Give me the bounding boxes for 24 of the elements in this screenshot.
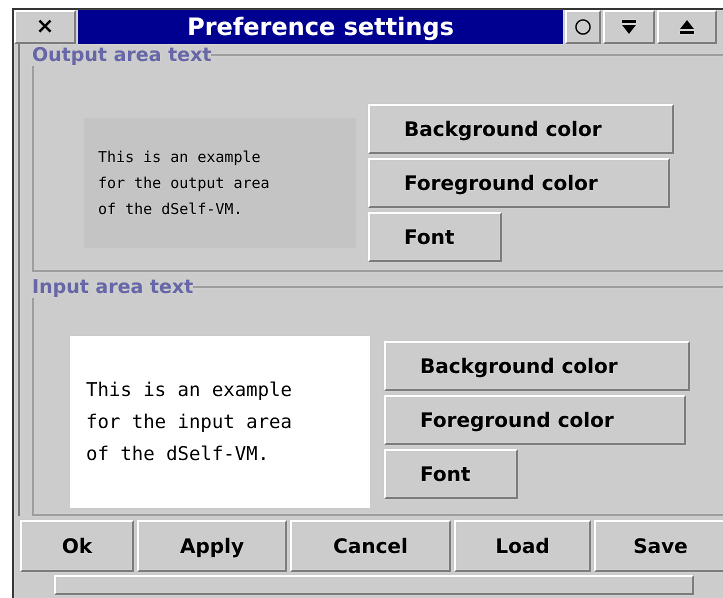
dialog-button[interactable]: Ok [20,520,134,572]
eject-icon [678,19,696,35]
sample-text: This is an example for the input area of the dSelf-VM. [70,336,370,508]
window-title: Preference settings [187,15,454,39]
font-button[interactable]: Font [368,212,502,262]
maximize-button[interactable] [657,10,717,44]
dialog-button[interactable]: Load [454,520,591,572]
circle-button[interactable] [565,10,601,44]
minimize-button[interactable] [603,10,655,44]
scroll-bar[interactable] [54,575,694,595]
group-legend: Input area text [32,276,194,298]
dialog-button[interactable]: Cancel [290,520,451,572]
color-button[interactable]: Background color [368,104,674,154]
close-button[interactable]: × [14,10,76,44]
down-triangle-icon [620,19,638,35]
font-button[interactable]: Font [384,449,518,499]
color-button[interactable]: Foreground color [368,158,670,208]
sample-text: This is an example for the output area of the dSelf-VM. [84,118,356,248]
dialog-button[interactable]: Apply [137,520,287,572]
dialog-button[interactable]: Save [594,520,723,572]
color-button[interactable]: Foreground color [384,395,686,445]
circle-icon [574,18,592,36]
group-legend: Output area text [32,44,212,66]
color-button[interactable]: Background color [384,341,690,391]
